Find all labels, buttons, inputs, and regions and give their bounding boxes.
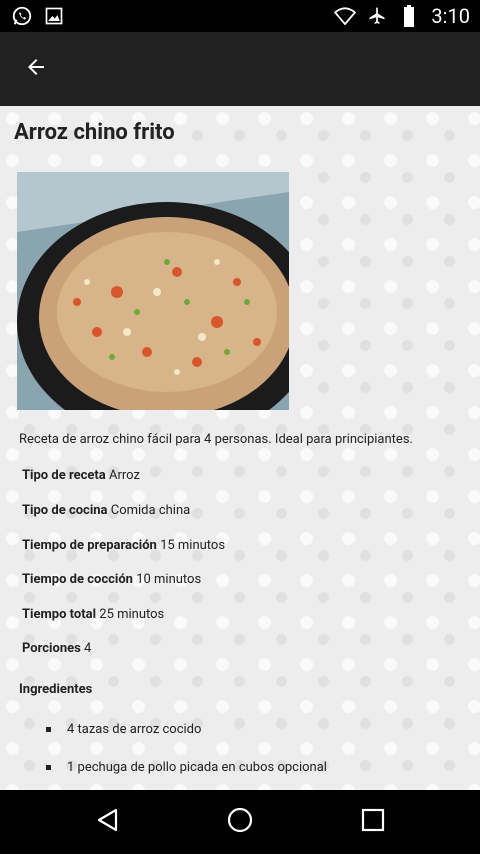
info-value: 25 minutos [99,607,165,622]
whatsapp-icon [10,4,34,28]
info-value: Comida china [110,503,191,518]
home-circle-icon [226,806,254,838]
app-bar [0,32,480,106]
recents-square-icon [361,808,385,836]
back-button[interactable] [18,53,54,85]
wifi-icon [333,4,357,28]
bullet-icon [46,765,51,770]
info-row-coccion: Tiempo de cocción 10 minutos [22,572,201,587]
info-row-porciones: Porciones 4 [22,641,91,656]
info-row-tipo-cocina: Tipo de cocina Comida china [22,503,190,518]
info-label: Tipo de receta [22,468,106,483]
info-row-preparacion: Tiempo de preparación 15 minutos [22,538,225,553]
battery-icon [397,4,421,28]
nav-home-button[interactable] [224,806,256,838]
info-value: 10 minutos [136,572,202,587]
info-label: Tipo de cocina [22,503,108,518]
info-value: 15 minutos [160,538,226,553]
recipe-title: Arroz chino frito [14,120,175,145]
image-icon [42,4,66,28]
ingredient-text: 4 tazas de arroz cocido [67,722,202,737]
info-value: 4 [84,641,92,656]
nav-recents-button[interactable] [357,806,389,838]
nav-back-button[interactable] [92,806,124,838]
status-bar: 3:10 [0,0,480,32]
navigation-bar [0,790,480,854]
status-time: 3:10 [431,4,470,28]
bullet-icon [46,727,51,732]
recipe-photo [17,172,289,410]
recipe-content[interactable]: Arroz chino frito Receta de arroz chino [0,106,480,790]
ingredient-item: 4 tazas de arroz cocido [46,722,201,737]
info-row-tipo-receta: Tipo de receta Arroz [22,468,140,483]
info-label: Tiempo de cocción [22,572,133,587]
recipe-description: Receta de arroz chino fácil para 4 perso… [19,432,413,447]
ingredient-item: 1 pechuga de pollo picada en cubos opcio… [46,760,327,775]
ingredients-heading: Ingredientes [19,682,93,697]
back-triangle-icon [95,807,121,837]
info-row-total: Tiempo total 25 minutos [22,607,164,622]
ingredient-text: 1 pechuga de pollo picada en cubos opcio… [67,760,327,775]
airplane-icon [365,4,389,28]
arrow-back-icon [24,55,48,83]
info-value: Arroz [109,468,140,483]
info-label: Porciones [22,641,81,656]
info-label: Tiempo total [22,607,97,622]
info-label: Tiempo de preparación [22,538,157,553]
